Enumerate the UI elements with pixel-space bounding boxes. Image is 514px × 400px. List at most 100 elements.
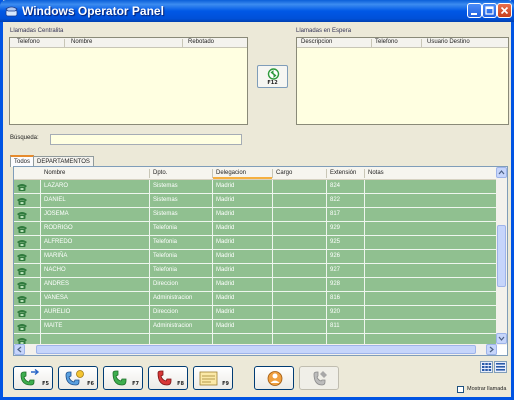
col-usuario-destino[interactable]: Usuario Destino xyxy=(427,39,470,45)
col-cargo[interactable]: Cargo xyxy=(276,170,292,176)
phone-icon[interactable] xyxy=(16,336,28,344)
search-input[interactable] xyxy=(50,134,242,145)
cell-delegacion: Madrid xyxy=(216,197,235,203)
cell-nombre: AURELIO xyxy=(44,309,71,315)
table-row[interactable]: VANESA Administracion Madrid 816 xyxy=(14,292,497,306)
phone-transfer-icon xyxy=(65,370,84,386)
app-phone-icon xyxy=(5,6,18,17)
f9-button[interactable]: F9 xyxy=(193,366,233,390)
list-view-button[interactable] xyxy=(494,361,507,373)
column-divider xyxy=(149,278,150,292)
f7-key-label: F7 xyxy=(132,381,139,387)
phone-icon[interactable] xyxy=(16,238,28,248)
phone-icon[interactable] xyxy=(16,322,28,332)
col-dpto[interactable]: Dpto. xyxy=(153,170,167,176)
phone-icon[interactable] xyxy=(16,294,28,304)
column-divider xyxy=(272,194,273,208)
cell-nombre: ANDRES xyxy=(44,281,70,287)
phone-settings-button[interactable] xyxy=(299,366,339,390)
minimize-button[interactable] xyxy=(467,3,482,18)
phone-icon[interactable] xyxy=(16,266,28,276)
col-rebotado[interactable]: Rebotado xyxy=(188,39,214,45)
table-row[interactable]: ANDRES Direccion Madrid 928 xyxy=(14,278,497,292)
column-divider xyxy=(149,208,150,222)
col-notas[interactable]: Notas xyxy=(368,170,384,176)
phone-icon[interactable] xyxy=(16,210,28,220)
table-row[interactable]: RODRIGO Telefonia Madrid 929 xyxy=(14,222,497,236)
column-divider xyxy=(326,222,327,236)
col-descripcion[interactable]: Descripcion xyxy=(301,39,332,45)
close-button[interactable] xyxy=(497,3,512,18)
phone-icon[interactable] xyxy=(16,252,28,262)
show-calls-checkbox[interactable] xyxy=(457,386,464,393)
table-row[interactable] xyxy=(14,334,497,344)
scroll-down-arrow[interactable] xyxy=(496,333,507,344)
phone-icon[interactable] xyxy=(16,308,28,318)
title-bar[interactable]: Windows Operator Panel xyxy=(0,0,514,22)
column-divider xyxy=(212,194,213,208)
table-row[interactable]: LAZARO Sistemas Madrid 824 xyxy=(14,180,497,194)
f8-button[interactable]: F8 xyxy=(148,366,188,390)
memo-icon xyxy=(199,371,218,386)
table-row[interactable]: JOSEMA Sistemas Madrid 817 xyxy=(14,208,497,222)
col-telefono-espera[interactable]: Telefono xyxy=(375,39,398,45)
column-divider xyxy=(212,292,213,306)
col-telefono[interactable]: Telefono xyxy=(17,39,40,45)
vertical-scroll-thumb[interactable] xyxy=(497,225,506,287)
show-calls-label[interactable]: Mostrar llamada xyxy=(467,386,506,392)
f7-button[interactable]: F7 xyxy=(103,366,143,390)
column-divider xyxy=(149,236,150,250)
column-divider xyxy=(149,180,150,194)
cell-nombre: ALFREDO xyxy=(44,239,73,245)
grid-view-button[interactable] xyxy=(480,361,493,373)
column-divider xyxy=(40,236,41,250)
column-divider xyxy=(212,222,213,236)
col-delegacion[interactable]: Delegacion xyxy=(216,170,246,176)
cell-delegacion: Madrid xyxy=(216,183,235,189)
f6-button[interactable]: F6 xyxy=(58,366,98,390)
scroll-left-arrow[interactable] xyxy=(14,344,25,355)
phone-icon[interactable] xyxy=(16,196,28,206)
column-divider xyxy=(40,222,41,236)
user-config-button[interactable] xyxy=(254,366,294,390)
table-row[interactable]: MAITE Administracion Madrid 811 xyxy=(14,320,497,334)
phone-forward-icon xyxy=(20,369,40,386)
contacts-grid[interactable]: Nombre Dpto. Delegacion Cargo Extensión … xyxy=(13,166,508,356)
table-row[interactable]: ALFREDO Telefonia Madrid 925 xyxy=(14,236,497,250)
centralita-header: Telefono Nombre Rebotado xyxy=(10,38,247,48)
phone-settings-icon xyxy=(313,371,327,386)
f5-button[interactable]: F5 xyxy=(13,366,53,390)
table-row[interactable]: MARIÑA Telefonia Madrid 926 xyxy=(14,250,497,264)
column-divider xyxy=(40,306,41,320)
column-divider xyxy=(364,264,365,278)
table-row[interactable]: NACHO Telefonia Madrid 927 xyxy=(14,264,497,278)
horizontal-scroll-thumb[interactable] xyxy=(36,345,476,354)
transfer-button[interactable]: F12 xyxy=(257,65,288,88)
cell-delegacion: Madrid xyxy=(216,239,235,245)
phone-icon[interactable] xyxy=(16,224,28,234)
vertical-scrollbar[interactable] xyxy=(496,167,507,345)
column-divider xyxy=(212,250,213,264)
col-nombre-grid[interactable]: Nombre xyxy=(44,170,65,176)
scroll-right-arrow[interactable] xyxy=(486,344,497,355)
search-label: Búsqueda: xyxy=(10,135,39,141)
maximize-button[interactable] xyxy=(482,3,497,18)
phone-icon[interactable] xyxy=(16,182,28,192)
col-extension[interactable]: Extensión xyxy=(330,170,356,176)
espera-header: Descripcion Telefono Usuario Destino xyxy=(297,38,508,48)
column-divider xyxy=(149,320,150,334)
col-nombre[interactable]: Nombre xyxy=(71,39,92,45)
cell-extension: 824 xyxy=(330,183,341,189)
horizontal-scrollbar[interactable] xyxy=(14,344,497,355)
centralita-list[interactable]: Telefono Nombre Rebotado xyxy=(9,37,248,125)
phone-icon[interactable] xyxy=(16,280,28,290)
grid-header: Nombre Dpto. Delegacion Cargo Extensión … xyxy=(14,167,497,180)
table-row[interactable]: DANIEL Sistemas Madrid 822 xyxy=(14,194,497,208)
table-row[interactable]: AURELIO Direccion Madrid 920 xyxy=(14,306,497,320)
column-divider xyxy=(326,236,327,250)
column-divider xyxy=(40,334,41,344)
espera-list[interactable]: Descripcion Telefono Usuario Destino xyxy=(296,37,509,125)
column-divider xyxy=(364,334,365,344)
column-divider xyxy=(364,208,365,222)
scroll-up-arrow[interactable] xyxy=(496,167,507,178)
